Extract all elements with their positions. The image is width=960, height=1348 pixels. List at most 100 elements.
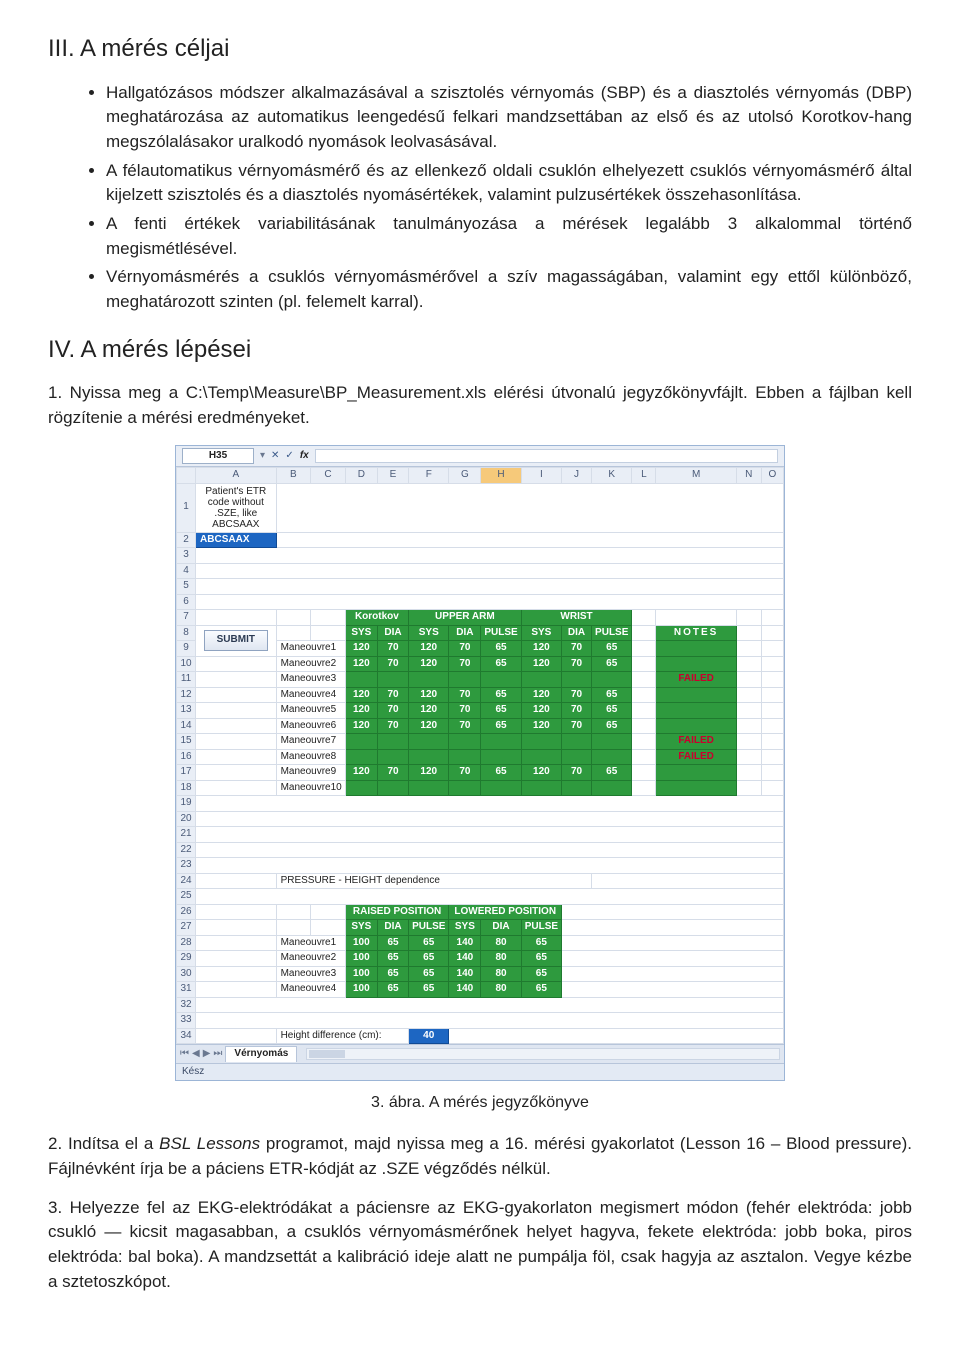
- row-8[interactable]: 8: [177, 625, 196, 641]
- row-22[interactable]: 22: [177, 842, 196, 858]
- col-M[interactable]: M: [656, 468, 736, 484]
- cancel-icon[interactable]: ✕: [271, 449, 279, 464]
- row-21[interactable]: 21: [177, 827, 196, 843]
- step-1: 1. Nyissa meg a C:\Temp\Measure\BP_Measu…: [48, 381, 912, 430]
- cell-a2[interactable]: ABCSAAX: [196, 532, 277, 548]
- row-1[interactable]: 1: [177, 483, 196, 532]
- man-5: Maneouvre5: [276, 703, 345, 719]
- man2-2: Maneouvre2: [276, 951, 345, 967]
- tab-nav-prev-icon[interactable]: ◀: [192, 1047, 200, 1062]
- row-29[interactable]: 29: [177, 951, 196, 967]
- row-18[interactable]: 18: [177, 780, 196, 796]
- row-14[interactable]: 14: [177, 718, 196, 734]
- row-31[interactable]: 31: [177, 982, 196, 998]
- step-3: 3. Helyezze fel az EKG-elektródákat a pá…: [48, 1196, 912, 1295]
- sheet-tab-bar: ⏮ ◀ ▶ ⏭ Vérnyomás: [176, 1044, 784, 1063]
- man2-4: Maneouvre4: [276, 982, 345, 998]
- row-34[interactable]: 34: [177, 1028, 196, 1044]
- man2-1: Maneouvre1: [276, 935, 345, 951]
- row-30[interactable]: 30: [177, 966, 196, 982]
- corner-cell[interactable]: [177, 468, 196, 484]
- row-20[interactable]: 20: [177, 811, 196, 827]
- fx-icon[interactable]: fx: [300, 449, 309, 464]
- row-6[interactable]: 6: [177, 594, 196, 610]
- row-7[interactable]: 7: [177, 610, 196, 626]
- row-9[interactable]: 9: [177, 641, 196, 657]
- hdr2-dia-1: DIA: [377, 920, 408, 936]
- row-3[interactable]: 3: [177, 548, 196, 564]
- col-I[interactable]: I: [521, 468, 561, 484]
- row-28[interactable]: 28: [177, 935, 196, 951]
- man-10: Maneouvre10: [276, 780, 345, 796]
- height-diff-value[interactable]: 40: [409, 1028, 449, 1044]
- hdr-dia-1: DIA: [377, 625, 408, 641]
- col-F[interactable]: F: [409, 468, 449, 484]
- grid[interactable]: A B C D E F G H I J K L M N O 1 P: [176, 467, 784, 1044]
- man-6: Maneouvre6: [276, 718, 345, 734]
- man-1: Maneouvre1: [276, 641, 345, 657]
- row-33[interactable]: 33: [177, 1013, 196, 1029]
- row-19[interactable]: 19: [177, 796, 196, 812]
- hdr-sys-2: SYS: [409, 625, 449, 641]
- hdr-notes: NOTES: [656, 625, 736, 641]
- row-16[interactable]: 16: [177, 749, 196, 765]
- row-17[interactable]: 17: [177, 765, 196, 781]
- confirm-icon[interactable]: ✓: [285, 449, 293, 464]
- row-4[interactable]: 4: [177, 563, 196, 579]
- hdr-sys-3: SYS: [521, 625, 561, 641]
- cell-a1[interactable]: Patient's ETR code without .SZE, like AB…: [196, 483, 277, 532]
- hscrollbar[interactable]: [306, 1048, 780, 1060]
- hdr-dia-2: DIA: [449, 625, 481, 641]
- name-box-dropdown-icon[interactable]: ▾: [260, 449, 265, 464]
- col-D[interactable]: D: [345, 468, 377, 484]
- failed-1: FAILED: [656, 672, 736, 688]
- man-8: Maneouvre8: [276, 749, 345, 765]
- row-15[interactable]: 15: [177, 734, 196, 750]
- worksheet[interactable]: A B C D E F G H I J K L M N O 1 P: [176, 467, 784, 1044]
- sheet-tab[interactable]: Vérnyomás: [225, 1046, 297, 1062]
- man-7: Maneouvre7: [276, 734, 345, 750]
- col-O[interactable]: O: [761, 468, 783, 484]
- man-2: Maneouvre2: [276, 656, 345, 672]
- step-2: 2. Indítsa el a BSL Lessons programot, m…: [48, 1132, 912, 1181]
- col-J[interactable]: J: [562, 468, 592, 484]
- hdr-upper-arm: UPPER ARM: [409, 610, 522, 626]
- row-27[interactable]: 27: [177, 920, 196, 936]
- col-E[interactable]: E: [377, 468, 408, 484]
- hdr2-dia-2: DIA: [481, 920, 521, 936]
- row-5[interactable]: 5: [177, 579, 196, 595]
- formula-input[interactable]: [315, 449, 778, 463]
- tab-nav-first-icon[interactable]: ⏮: [180, 1047, 189, 1062]
- submit-button[interactable]: SUBMIT: [204, 630, 268, 651]
- hdr-dia-3: DIA: [562, 625, 592, 641]
- col-L[interactable]: L: [632, 468, 656, 484]
- row-10[interactable]: 10: [177, 656, 196, 672]
- col-G[interactable]: G: [449, 468, 481, 484]
- hdr-raised: RAISED POSITION: [345, 904, 449, 920]
- name-box[interactable]: H35: [182, 448, 254, 465]
- section3-title: III. A mérés céljai: [48, 32, 912, 67]
- bullet-4: Vérnyomásmérés a csuklós vérnyomásmérőve…: [106, 265, 912, 314]
- col-C[interactable]: C: [311, 468, 346, 484]
- pressure-title: PRESSURE - HEIGHT dependence: [276, 873, 591, 889]
- row-11[interactable]: 11: [177, 672, 196, 688]
- col-N[interactable]: N: [736, 468, 761, 484]
- row-24[interactable]: 24: [177, 873, 196, 889]
- col-B[interactable]: B: [276, 468, 311, 484]
- tab-nav-last-icon[interactable]: ⏭: [213, 1047, 222, 1062]
- col-A[interactable]: A: [196, 468, 277, 484]
- col-H[interactable]: H: [481, 468, 521, 484]
- status-bar: Kész: [176, 1063, 784, 1081]
- row-13[interactable]: 13: [177, 703, 196, 719]
- row-25[interactable]: 25: [177, 889, 196, 905]
- hdr2-sys-1: SYS: [345, 920, 377, 936]
- tab-nav-next-icon[interactable]: ▶: [203, 1047, 211, 1062]
- col-K[interactable]: K: [592, 468, 632, 484]
- row-23[interactable]: 23: [177, 858, 196, 874]
- row-32[interactable]: 32: [177, 997, 196, 1013]
- row-12[interactable]: 12: [177, 687, 196, 703]
- hdr-wrist: WRIST: [521, 610, 632, 626]
- row-26[interactable]: 26: [177, 904, 196, 920]
- hdr2-sys-2: SYS: [449, 920, 481, 936]
- row-2[interactable]: 2: [177, 532, 196, 548]
